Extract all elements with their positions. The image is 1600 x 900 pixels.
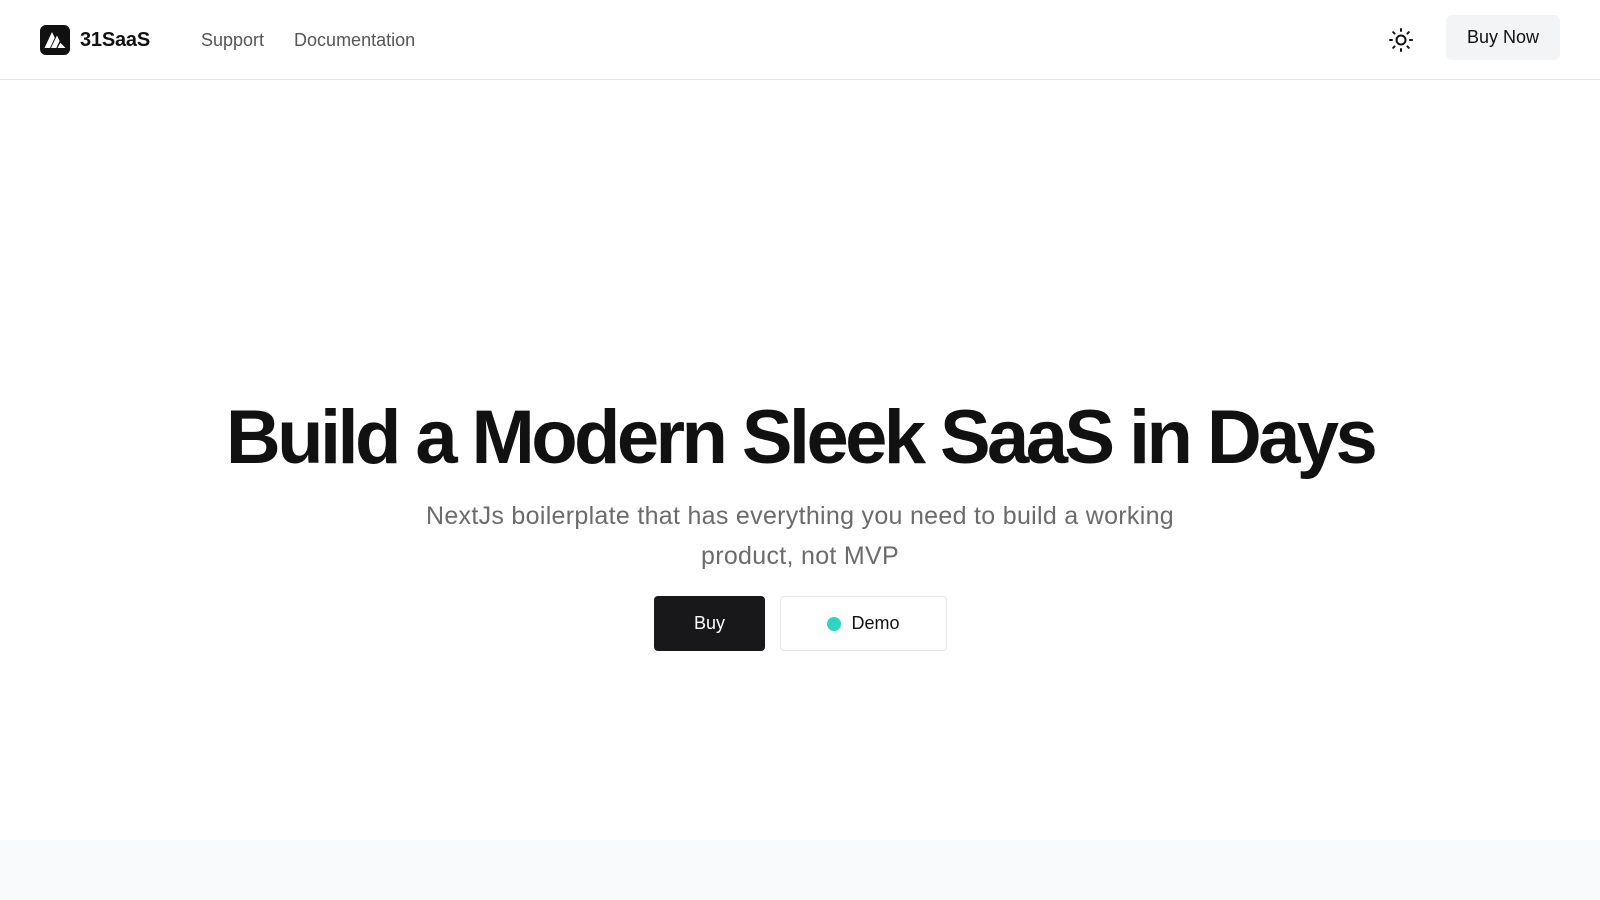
demo-button-label: Demo [851,613,900,633]
hero-buy-button[interactable]: Buy [654,596,765,651]
brand-name: 31SaaS [80,28,150,51]
nav-link-documentation[interactable]: Documentation [294,28,415,52]
sun-icon [1389,28,1413,52]
triangle-logo-icon [40,25,70,55]
site-header: 31SaaS Support Documentation Buy Now [0,0,1600,80]
hero-subtitle: NextJs boilerplate that has everything y… [425,502,1174,570]
brand-logo-link[interactable]: 31SaaS [40,25,150,55]
hero-title: Build a Modern Sleek SaaS in Days [225,395,1378,480]
main-nav: Support Documentation [201,28,415,52]
next-section-band [0,840,1600,900]
status-dot-icon [827,616,842,631]
page: 31SaaS Support Documentation Buy Now Bui… [0,0,1600,900]
hero-demo-button[interactable]: Demo [780,596,947,651]
theme-toggle-button[interactable] [1386,25,1416,55]
nav-link-support[interactable]: Support [201,28,264,52]
buy-now-button[interactable]: Buy Now [1446,15,1560,60]
